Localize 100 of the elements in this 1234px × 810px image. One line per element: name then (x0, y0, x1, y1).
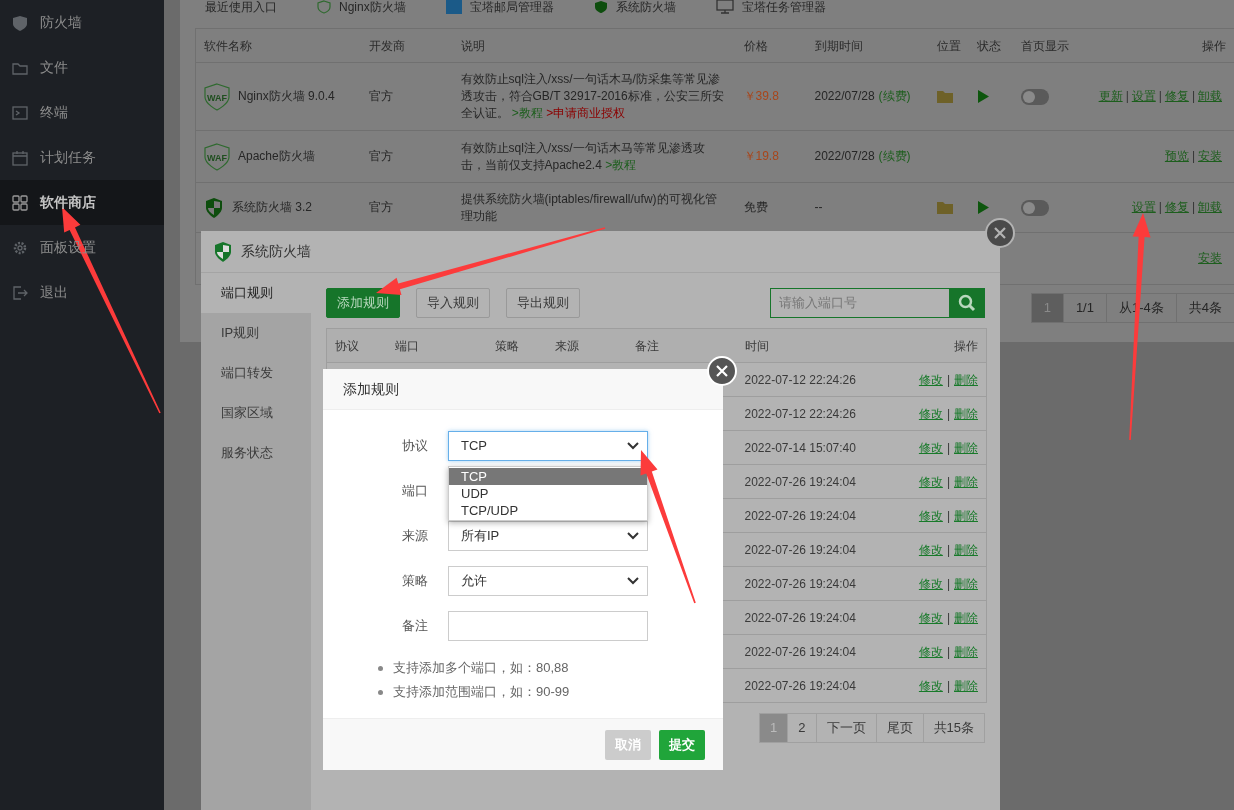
action-link[interactable]: 卸载 (1198, 89, 1222, 103)
grid-icon (12, 194, 28, 211)
dropdown-option[interactable]: TCP/UDP (449, 502, 647, 519)
time-text: 2022-07-26 19:24:04 (744, 610, 856, 625)
shield-icon (593, 0, 608, 14)
field-label: 协议 (401, 437, 428, 456)
action-link[interactable]: 删除 (954, 406, 978, 421)
play-icon[interactable] (976, 201, 989, 215)
tab[interactable]: 端口转发 (201, 353, 311, 393)
action-link[interactable]: 修改 (918, 372, 943, 387)
action-link[interactable]: 修改 (918, 406, 943, 421)
tab[interactable]: 端口规则 (201, 273, 311, 313)
action-link[interactable]: 删除 (954, 610, 978, 625)
chevron-down-icon (627, 532, 639, 540)
sidebar-item[interactable]: 计划任务 (0, 135, 164, 180)
renew-link[interactable]: (续费) (878, 88, 911, 105)
action-link[interactable]: 修改 (918, 644, 943, 659)
shortcut-link[interactable]: 宝塔邮局管理器 (469, 0, 554, 14)
select-field[interactable]: 所有IP (448, 521, 648, 551)
field-label: 来源 (401, 527, 428, 546)
action-link[interactable]: 删除 (954, 644, 978, 659)
action-link[interactable]: 修改 (918, 440, 943, 455)
action-link[interactable]: 修复 (1164, 200, 1189, 214)
column-header: 开发商 (360, 28, 453, 63)
separator: | (946, 508, 950, 523)
action-link[interactable]: 删除 (954, 372, 978, 387)
toggle-switch[interactable] (1020, 199, 1049, 216)
page-button[interactable]: 2 (787, 714, 816, 742)
select-field[interactable]: 允许 (448, 566, 648, 596)
action-link[interactable]: 删除 (954, 542, 978, 557)
column-header: 策略 (486, 328, 547, 363)
bullet-icon (378, 689, 383, 695)
toolbar-button[interactable]: 导出规则 (506, 288, 580, 318)
action-link[interactable]: 删除 (954, 508, 978, 523)
logout-icon (12, 284, 28, 301)
action-link[interactable]: 修改 (918, 678, 943, 693)
dialog-title: 添加规则 (323, 369, 723, 410)
column-header: 操作 (886, 328, 987, 363)
play-icon[interactable] (976, 90, 989, 104)
search-button[interactable] (949, 289, 984, 317)
action-link[interactable]: 修改 (918, 474, 943, 489)
tab[interactable]: 服务状态 (201, 433, 311, 473)
toolbar-button[interactable]: 导入规则 (416, 288, 490, 318)
tutorial-link[interactable]: >教程 (511, 106, 543, 120)
toggle-switch[interactable] (1020, 88, 1049, 105)
page-button[interactable]: 尾页 (875, 714, 923, 742)
action-link[interactable]: 更新 (1098, 89, 1123, 103)
time-text: 2022-07-26 19:24:04 (744, 678, 856, 693)
page-button[interactable]: 共4条 (1175, 294, 1234, 322)
select-field[interactable]: TCP (448, 431, 648, 461)
shortcut-link[interactable]: 宝塔任务管理器 (741, 0, 826, 14)
folder-icon[interactable] (936, 201, 953, 215)
expiry-date: -- (814, 199, 823, 216)
folder-icon[interactable] (936, 90, 953, 104)
field-label: 备注 (401, 617, 428, 636)
add-rule-button[interactable]: 添加规则 (326, 288, 400, 318)
action-link[interactable]: 删除 (954, 474, 978, 489)
dropdown-option[interactable]: UDP (449, 485, 647, 502)
dropdown-option[interactable]: TCP (449, 468, 647, 485)
action-link[interactable]: 修改 (918, 542, 943, 557)
action-link[interactable]: 修改 (918, 508, 943, 523)
time-text: 2022-07-26 19:24:04 (744, 644, 856, 659)
action-link[interactable]: 修改 (918, 576, 943, 591)
action-link[interactable]: 修复 (1164, 89, 1189, 103)
shortcut-link[interactable]: Nginx防火墙 (339, 0, 406, 14)
action-link[interactable]: 修改 (918, 610, 943, 625)
tutorial-link[interactable]: >教程 (605, 157, 637, 172)
action-link[interactable]: 安装 (1198, 149, 1222, 163)
close-icon (716, 365, 728, 377)
page-button[interactable]: 1/1 (1062, 294, 1106, 322)
page-button[interactable]: 下一页 (815, 714, 876, 742)
action-link[interactable]: 删除 (954, 576, 978, 591)
action-link[interactable]: 预览 (1164, 149, 1189, 163)
action-link[interactable]: 删除 (954, 440, 978, 455)
action-link[interactable]: 删除 (954, 678, 978, 693)
input-field[interactable] (448, 611, 648, 641)
sidebar-item[interactable]: 软件商店 (0, 180, 164, 225)
sidebar-item[interactable]: 终端 (0, 90, 164, 135)
action-link[interactable]: 安装 (1198, 251, 1222, 265)
column-header: 软件名称 (195, 28, 361, 63)
sidebar-item[interactable]: 防火墙 (0, 0, 164, 45)
separator: | (946, 644, 950, 659)
separator: | (946, 406, 950, 421)
column-header: 时间 (736, 328, 887, 363)
time-text: 2022-07-26 19:24:04 (744, 542, 856, 557)
hint-text: 支持添加范围端口，如：90-99 (393, 683, 570, 702)
shortcut-link[interactable]: 系统防火墙 (615, 0, 676, 14)
column-header: 价格 (735, 28, 807, 63)
submit-button[interactable]: 提交 (659, 729, 705, 760)
tab[interactable]: 国家区域 (201, 393, 311, 433)
license-link[interactable]: >申请商业授权 (546, 106, 626, 120)
renew-link[interactable]: (续费) (878, 148, 911, 165)
sidebar-item[interactable]: 文件 (0, 45, 164, 90)
action-link[interactable]: 设置 (1131, 89, 1156, 103)
tab[interactable]: IP规则 (201, 313, 311, 353)
search-icon (957, 294, 976, 312)
action-link[interactable]: 设置 (1131, 200, 1156, 214)
sidebar-item[interactable]: 退出 (0, 270, 164, 315)
action-link[interactable]: 卸载 (1198, 200, 1222, 214)
page-button[interactable]: 共15条 (922, 714, 984, 742)
